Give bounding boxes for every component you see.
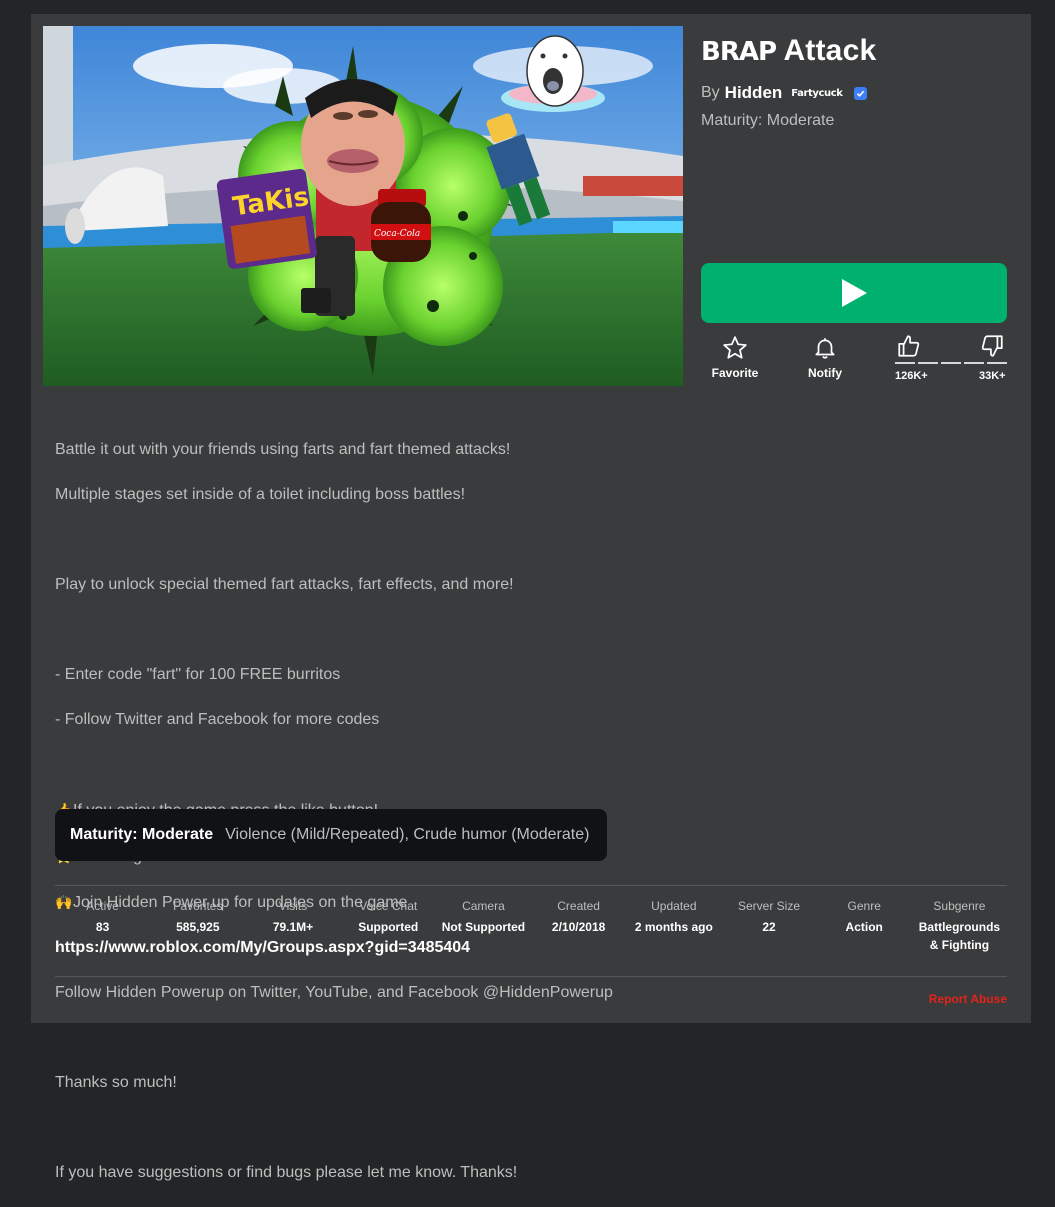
report-abuse-link[interactable]: Report Abuse [929,992,1007,1006]
favorite-button[interactable]: Favorite [705,335,765,380]
game-title-prefix: BRAP [701,37,777,67]
stat-genre: Genre Action [845,899,883,934]
desc-line: Play to unlock special themed fart attac… [55,575,514,593]
desc-line: Battle it out with your friends using fa… [55,440,511,458]
creator-link[interactable]: Hidden [725,83,783,103]
desc-line: - Enter code "fart" for 100 FREE burrito… [55,665,341,683]
desc-line: Thanks so much! [55,1073,177,1091]
desc-line: Multiple stages set inside of a toilet i… [55,485,466,503]
creator-tag: Fartycuck [791,87,843,99]
game-title-main: Attack [783,34,877,67]
stat-updated: Updated 2 months ago [634,899,713,934]
stats-bottom-divider [55,976,1007,977]
desc-blank [55,1027,755,1050]
maturity-info-box: Maturity: Moderate Violence (Mild/Repeat… [55,809,607,861]
coke-text: Coca-Cola [374,229,420,239]
upvote-count: 126K+ [895,370,928,382]
stat-visits: Visits 79.1M+ [272,899,314,934]
desc-blank [55,619,755,642]
downvote-count: 33K+ [979,370,1006,382]
verified-badge-icon [853,86,867,100]
star-icon [723,336,747,359]
desc-blank [55,754,755,777]
stat-active: Active 83 [86,899,119,934]
notify-button[interactable]: Notify [795,335,855,380]
stat-subgenre: Subgenre Battlegrounds & Fighting [918,899,1001,952]
desc-line: - Follow Twitter and Facebook for more c… [55,710,380,728]
upvote-button[interactable] [895,333,923,359]
notify-label: Notify [808,366,842,380]
downvote-button[interactable] [978,333,1006,359]
bell-icon [815,338,835,359]
desc-blank [55,529,755,552]
stat-camera: Camera Not Supported [441,899,526,934]
game-thumbnail[interactable]: TaKis Coca-Cola [43,26,683,386]
stat-server-size: Server Size 22 [738,899,801,934]
creator-byline: By Hidden Fartycuck [701,83,867,103]
favorite-label: Favorite [711,366,759,380]
game-title: BRAP Attack [701,34,876,68]
play-button[interactable] [701,263,1007,323]
maturity-box-label: Maturity: Moderate [70,826,214,843]
desc-blank [55,1117,755,1140]
game-stats: Active 83 Favorites 585,925 Visits 79.1M+ V… [55,898,1007,954]
stat-favorites: Favorites 585,925 [173,899,223,934]
stat-voice-chat: Voice Chat Supported [358,899,419,934]
vote-ratio-bar [895,362,1007,365]
stats-top-divider [55,885,1007,886]
desc-line: Follow Hidden Powerup on Twitter, YouTub… [55,983,613,1001]
desc-line: If you have suggestions or find bugs ple… [55,1163,518,1181]
play-icon [842,279,867,307]
maturity-box-value: Violence (Mild/Repeated), Crude humor (M… [225,826,590,843]
maturity-label: Maturity: Moderate [701,112,835,129]
stat-created: Created 2/10/2018 [551,899,606,934]
thumbs-down-icon [981,335,1003,357]
by-label: By [701,84,720,101]
thumbs-up-icon [898,335,920,357]
